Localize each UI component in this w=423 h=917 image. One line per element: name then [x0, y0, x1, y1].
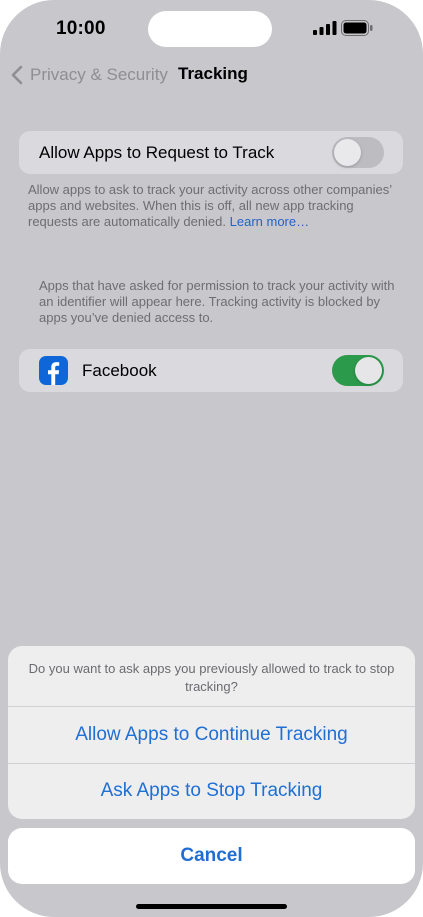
phone-screen: 10:00 Privacy & Security Tracking Allow … [0, 0, 423, 917]
action-sheet-message: Do you want to ask apps you previously a… [28, 661, 395, 694]
chevron-left-icon [11, 65, 23, 85]
action-sheet: Do you want to ask apps you previously a… [8, 646, 415, 819]
allow-tracking-toggle[interactable] [332, 137, 384, 168]
cellular-signal-icon [313, 21, 337, 35]
page-title: Tracking [178, 64, 248, 83]
toggle-knob [355, 357, 382, 384]
dynamic-island [148, 11, 272, 47]
cancel-button[interactable]: Cancel [8, 828, 415, 884]
apps-section-header: Apps that have asked for permission to t… [39, 278, 395, 325]
allow-tracking-footer: Allow apps to ask to track your activity… [28, 182, 394, 230]
toggle-knob [334, 139, 361, 166]
learn-more-link[interactable]: Learn more… [230, 214, 309, 229]
app-row-facebook: Facebook [19, 349, 403, 392]
app-name: Facebook [82, 361, 157, 380]
allow-tracking-footer-text: Allow apps to ask to track your activity… [28, 182, 392, 229]
facebook-icon [39, 356, 68, 385]
allow-tracking-row: Allow Apps to Request to Track [19, 131, 403, 174]
back-button[interactable]: Privacy & Security [10, 62, 168, 88]
home-indicator[interactable] [136, 904, 287, 909]
battery-icon [341, 20, 373, 36]
facebook-tracking-toggle[interactable] [332, 355, 384, 386]
allow-tracking-label: Allow Apps to Request to Track [39, 143, 275, 162]
allow-continue-tracking-button[interactable]: Allow Apps to Continue Tracking [8, 707, 415, 763]
back-label: Privacy & Security [30, 65, 168, 84]
status-time: 10:00 [56, 18, 106, 39]
ask-stop-tracking-button[interactable]: Ask Apps to Stop Tracking [8, 763, 415, 819]
